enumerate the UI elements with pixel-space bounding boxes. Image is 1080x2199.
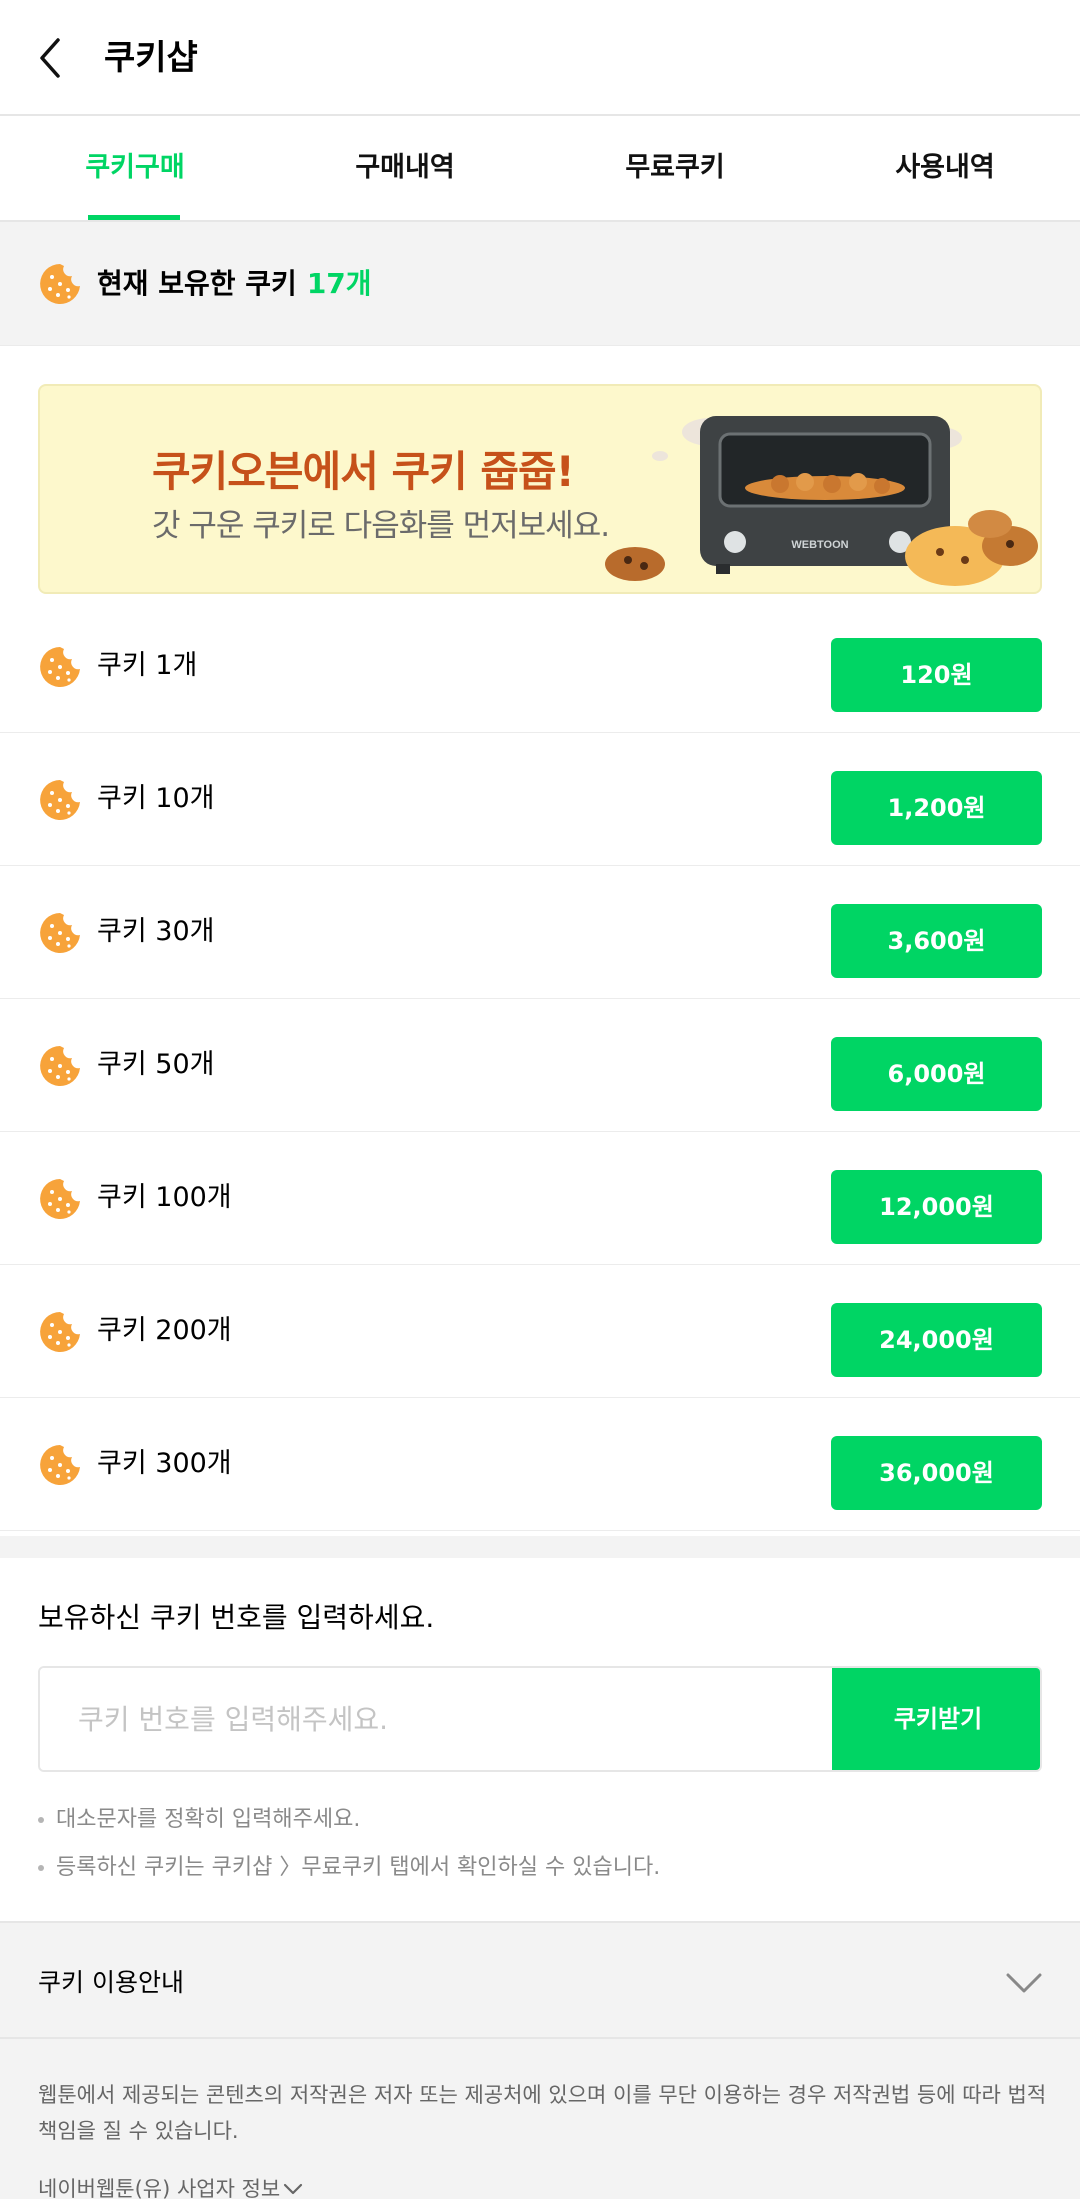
owned-label-text: 현재 보유한 쿠키 — [97, 267, 297, 300]
buy-price-button[interactable]: 1,200원 — [831, 771, 1042, 845]
cookie-guide-accordion[interactable]: 쿠키 이용안내 — [0, 1921, 1080, 2039]
cookie-icon — [38, 645, 82, 689]
chevron-down-icon — [283, 2183, 303, 2195]
product-row: 쿠키 200개 24,000원 — [0, 1265, 1080, 1398]
product-row: 쿠키 50개 6,000원 — [0, 999, 1080, 1132]
product-name: 쿠키 300개 — [97, 1448, 232, 1479]
cookie-icon — [38, 1310, 82, 1354]
buy-price-button[interactable]: 24,000원 — [831, 1303, 1042, 1377]
owned-cookies-bar: 현재 보유한 쿠키 17개 — [0, 222, 1080, 346]
product-name: 쿠키 50개 — [97, 1049, 215, 1080]
footer: 웹툰에서 제공되는 콘텐츠의 저작권은 저자 또는 제공처에 있으며 이를 무단… — [0, 2039, 1080, 2199]
code-notes: 대소문자를 정확히 입력해주세요. 등록하신 쿠키는 쿠키샵 〉무료쿠키 탭에서… — [38, 1796, 1048, 1892]
tab-label: 사용내역 — [895, 152, 995, 183]
tab-bar: 쿠키구매 구매내역 무료쿠키 사용내역 — [0, 116, 1080, 222]
copyright-notice: 웹툰에서 제공되는 콘텐츠의 저작권은 저자 또는 제공처에 있으며 이를 무단… — [38, 2083, 1047, 2143]
back-arrow-icon[interactable] — [30, 28, 90, 88]
tab-label: 무료쿠키 — [625, 152, 725, 183]
product-name: 쿠키 1개 — [97, 650, 198, 681]
banner-title: 쿠키오븐에서 쿠키 줍줍! — [152, 447, 575, 496]
product-row: 쿠키 1개 120원 — [0, 600, 1080, 733]
section-divider — [0, 1536, 1080, 1558]
cookie-icon — [38, 778, 82, 822]
note-item: 대소문자를 정확히 입력해주세요. — [38, 1796, 1048, 1844]
owned-cookies-label: 현재 보유한 쿠키 17개 — [97, 260, 372, 308]
oven-label: WEBTOON — [791, 539, 848, 551]
note-text: 등록하신 쿠키는 쿠키샵 〉무료쿠키 탭에서 확인하실 수 있습니다. — [56, 1855, 661, 1880]
buy-price-button[interactable]: 3,600원 — [831, 904, 1042, 978]
cookie-code-input[interactable] — [40, 1668, 832, 1770]
buy-price-button[interactable]: 36,000원 — [831, 1436, 1042, 1510]
product-name: 쿠키 10개 — [97, 783, 215, 814]
product-row: 쿠키 10개 1,200원 — [0, 733, 1080, 866]
tab-usage-history[interactable]: 사용내역 — [810, 116, 1080, 220]
product-name: 쿠키 100개 — [97, 1182, 232, 1213]
cookie-icon — [38, 1044, 82, 1088]
page-title: 쿠키샵 — [104, 38, 198, 78]
cookie-icon — [38, 1177, 82, 1221]
note-item: 등록하신 쿠키는 쿠키샵 〉무료쿠키 탭에서 확인하실 수 있습니다. — [38, 1844, 1048, 1892]
product-row: 쿠키 300개 36,000원 — [0, 1398, 1080, 1531]
note-text: 대소문자를 정확히 입력해주세요. — [56, 1807, 361, 1832]
product-row: 쿠키 30개 3,600원 — [0, 866, 1080, 999]
tab-free-cookie[interactable]: 무료쿠키 — [540, 116, 810, 220]
redeem-cookie-button[interactable]: 쿠키받기 — [832, 1668, 1040, 1770]
code-section-title: 보유하신 쿠키 번호를 입력하세요. — [38, 1601, 435, 1634]
owned-count: 17개 — [306, 267, 372, 300]
app-header: 쿠키샵 — [0, 0, 1080, 116]
buy-price-button[interactable]: 120원 — [831, 638, 1042, 712]
active-tab-indicator — [88, 215, 180, 220]
tab-cookie-purchase[interactable]: 쿠키구매 — [0, 116, 270, 220]
cookie-icon — [38, 262, 82, 306]
tab-purchase-history[interactable]: 구매내역 — [270, 116, 540, 220]
cookie-oven-banner[interactable]: 쿠키오븐에서 쿠키 줍줍! 갓 구운 쿠키로 다음화를 먼저보세요. WEBTO… — [38, 384, 1042, 594]
buy-price-button[interactable]: 6,000원 — [831, 1037, 1042, 1111]
tab-label: 구매내역 — [355, 152, 455, 183]
cookie-icon — [38, 911, 82, 955]
bullet-icon — [38, 1865, 44, 1871]
tab-label: 쿠키구매 — [85, 152, 185, 183]
guide-label: 쿠키 이용안내 — [38, 1968, 184, 1997]
product-row: 쿠키 100개 12,000원 — [0, 1132, 1080, 1265]
code-entry-box: 쿠키받기 — [38, 1666, 1042, 1772]
banner-subtitle: 갓 구운 쿠키로 다음화를 먼저보세요. — [152, 508, 610, 544]
buy-price-button[interactable]: 12,000원 — [831, 1170, 1042, 1244]
chevron-down-icon — [1006, 1973, 1042, 1993]
business-info-link[interactable]: 네이버웹툰(유) 사업자 정보 — [38, 2171, 280, 2199]
oven-illustration: WEBTOON — [605, 416, 1038, 586]
product-name: 쿠키 30개 — [97, 916, 215, 947]
product-name: 쿠키 200개 — [97, 1315, 232, 1346]
cookie-icon — [38, 1443, 82, 1487]
bullet-icon — [38, 1817, 44, 1823]
